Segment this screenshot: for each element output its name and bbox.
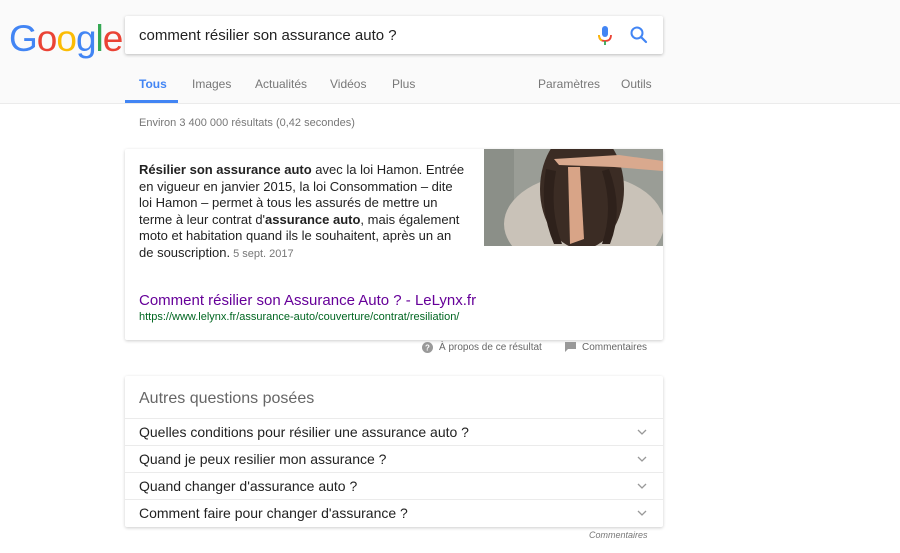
chevron-down-icon	[637, 483, 647, 489]
paa-question[interactable]: Quelles conditions pour résilier une ass…	[125, 418, 663, 445]
search-box[interactable]	[125, 16, 663, 54]
feedback-icon	[565, 342, 576, 353]
logo-letter: G	[9, 18, 38, 59]
result-url: https://www.lelynx.fr/assurance-auto/cou…	[139, 311, 460, 323]
search-icon[interactable]	[629, 25, 649, 45]
svg-text:?: ?	[425, 344, 430, 353]
logo-letter: e	[102, 18, 124, 59]
tab-all[interactable]: Tous	[139, 77, 167, 91]
chevron-down-icon	[637, 510, 647, 516]
settings-link[interactable]: Paramètres	[538, 77, 600, 91]
active-tab-indicator	[125, 100, 178, 103]
snippet-text: Résilier son assurance auto avec la loi …	[139, 162, 469, 262]
about-label: À propos de ce résultat	[439, 342, 542, 354]
paa-question[interactable]: Quand changer d'assurance auto ?	[125, 472, 663, 499]
logo-letter: o	[56, 18, 77, 59]
snippet-highlight: Résilier son assurance auto	[139, 162, 312, 177]
feedback-label: Commentaires	[582, 342, 648, 353]
paa-title: Autres questions posées	[139, 390, 315, 407]
result-title-link[interactable]: Comment résilier son Assurance Auto ? - …	[139, 292, 476, 309]
tab-more[interactable]: Plus	[392, 77, 415, 91]
chevron-down-icon	[637, 456, 647, 462]
logo-letter: l	[95, 18, 104, 59]
logo-letter: o	[36, 18, 58, 59]
snippet-date: 5 sept. 2017	[233, 247, 294, 260]
tab-news[interactable]: Actualités	[255, 77, 307, 91]
tools-link[interactable]: Outils	[621, 77, 652, 91]
help-icon: ?	[422, 342, 433, 353]
paa-question-label: Quand changer d'assurance auto ?	[139, 478, 358, 494]
search-input[interactable]	[139, 16, 579, 54]
search-tabs: Tous Images Actualités Vidéos Plus Param…	[125, 72, 665, 104]
paa-question[interactable]: Comment faire pour changer d'assurance ?	[125, 499, 663, 526]
featured-snippet: Résilier son assurance auto avec la loi …	[125, 149, 663, 340]
chevron-down-icon	[637, 429, 647, 435]
paa-question-label: Quand je peux resilier mon assurance ?	[139, 451, 387, 467]
paa-question-label: Comment faire pour changer d'assurance ?	[139, 505, 408, 521]
microphone-icon[interactable]	[596, 25, 614, 47]
about-this-result[interactable]: ? À propos de ce résultat	[422, 342, 542, 353]
tab-images[interactable]: Images	[192, 77, 231, 91]
snippet-highlight: assurance auto	[265, 211, 361, 227]
paa-feedback-link[interactable]: Commentaires	[589, 530, 648, 540]
google-logo[interactable]: Google	[9, 18, 124, 60]
paa-question-label: Quelles conditions pour résilier une ass…	[139, 424, 469, 440]
result-stats: Environ 3 400 000 résultats (0,42 second…	[139, 117, 355, 129]
people-also-ask: Autres questions posées Quelles conditio…	[125, 376, 663, 527]
logo-letter: g	[75, 18, 97, 59]
paa-question[interactable]: Quand je peux resilier mon assurance ?	[125, 445, 663, 472]
tab-videos[interactable]: Vidéos	[330, 77, 366, 91]
feedback-link[interactable]: Commentaires	[565, 342, 647, 353]
snippet-image[interactable]	[484, 149, 663, 246]
header: Google Tous Images Actualités Vidéos Plu…	[0, 0, 900, 104]
